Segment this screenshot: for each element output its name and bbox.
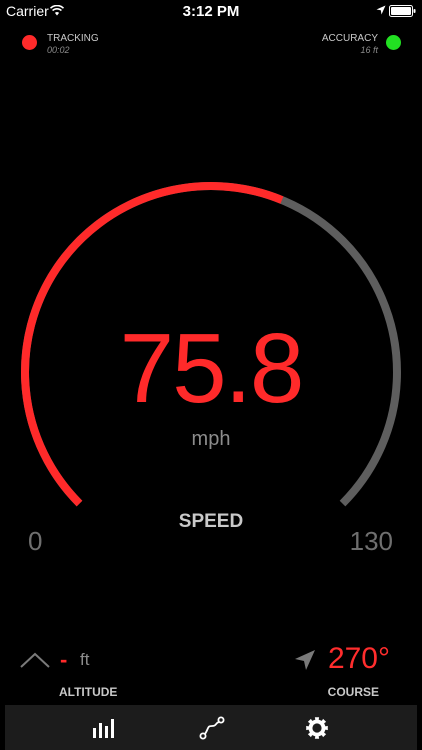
tab-bar <box>5 705 417 750</box>
mountain-icon <box>20 652 50 668</box>
heading-arrow-icon <box>295 650 315 670</box>
gauge-min-label: 0 <box>28 526 43 556</box>
altitude-value: - <box>60 647 68 672</box>
course-value: 270° <box>327 642 390 675</box>
altitude-unit: ft <box>80 650 90 669</box>
speed-unit: mph <box>191 428 231 450</box>
speed-value: 75.8 <box>119 313 305 423</box>
gear-icon <box>306 716 328 739</box>
tab-route[interactable] <box>182 705 242 750</box>
gauge-max-label: 130 <box>349 526 393 556</box>
tab-stats[interactable] <box>75 705 135 750</box>
course-label: COURSE <box>327 685 379 699</box>
altitude-label: ALTITUDE <box>59 685 118 699</box>
tab-settings[interactable] <box>287 705 347 750</box>
speed-gauge <box>21 181 401 507</box>
route-icon <box>199 716 225 739</box>
bar-chart-icon <box>93 718 114 738</box>
